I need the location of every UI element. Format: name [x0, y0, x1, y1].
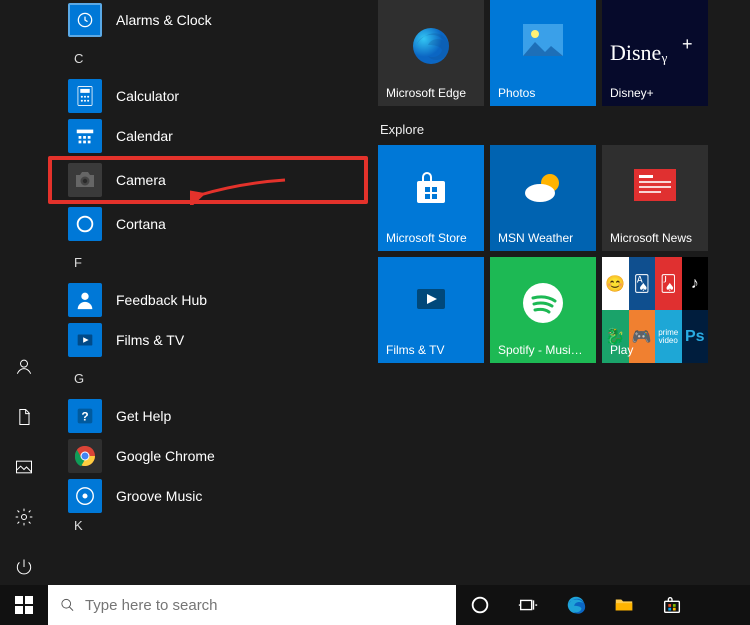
rail-documents-button[interactable] — [12, 405, 36, 429]
app-item-feedback[interactable]: Feedback Hub — [48, 280, 368, 320]
start-button[interactable] — [0, 585, 48, 625]
app-item-alarms[interactable]: Alarms & Clock — [48, 0, 368, 40]
photos-icon — [523, 24, 563, 59]
tile-label: Disney+ — [602, 86, 708, 100]
store-icon — [661, 594, 683, 616]
gear-icon — [14, 507, 34, 527]
app-item-calculator[interactable]: Calculator — [48, 76, 368, 116]
svg-text:?: ? — [81, 410, 88, 424]
taskbar-explorer[interactable] — [600, 585, 648, 625]
app-label: Cortana — [116, 216, 166, 232]
user-icon — [14, 357, 34, 377]
folder-icon — [613, 594, 635, 616]
document-icon — [14, 407, 34, 427]
disney-icon: Disneᵧ + — [610, 34, 700, 77]
tile-photos[interactable]: Photos — [490, 0, 596, 106]
app-item-films[interactable]: Films & TV — [48, 320, 368, 360]
tile-label: Photos — [490, 86, 596, 100]
tile-area: Microsoft Edge Photos Disneᵧ + Disney+ Ex… — [368, 0, 750, 585]
tile-label: Spotify - Musi… — [490, 343, 596, 357]
letter-header-g[interactable]: G — [48, 360, 368, 396]
app-list: Alarms & Clock C Calculator Calendar Cam… — [48, 0, 368, 585]
tile-play[interactable]: 😊 🂡 🂫 ♪ 🐉 🎮 primevideo Ps Play — [602, 257, 708, 363]
taskbar-icons — [456, 585, 696, 625]
tile-disney[interactable]: Disneᵧ + Disney+ — [602, 0, 708, 106]
app-item-groove[interactable]: Groove Music — [48, 476, 368, 516]
rail-user-button[interactable] — [12, 355, 36, 379]
app-item-cortana[interactable]: Cortana — [48, 204, 368, 244]
taskview-icon — [517, 594, 539, 616]
app-item-gethelp[interactable]: ? Get Help — [48, 396, 368, 436]
app-label: Camera — [116, 172, 166, 188]
edge-icon — [409, 24, 453, 71]
store-icon — [411, 169, 451, 212]
tile-films-tv[interactable]: Films & TV — [378, 257, 484, 363]
calendar-icon — [74, 125, 96, 147]
start-rail — [0, 0, 48, 585]
rail-power-button[interactable] — [12, 555, 36, 579]
svg-text:+: + — [682, 34, 693, 54]
rail-settings-button[interactable] — [12, 505, 36, 529]
app-label: Calendar — [116, 128, 173, 144]
taskbar — [0, 585, 750, 625]
tile-label: Microsoft News — [602, 231, 708, 245]
tile-store[interactable]: Microsoft Store — [378, 145, 484, 251]
camera-icon — [73, 170, 97, 190]
letter-header-k[interactable]: K — [48, 516, 368, 534]
tile-news[interactable]: Microsoft News — [602, 145, 708, 251]
tile-weather[interactable]: MSN Weather — [490, 145, 596, 251]
clock-icon — [75, 10, 95, 30]
letter-header-f[interactable]: F — [48, 244, 368, 280]
help-icon: ? — [74, 405, 96, 427]
tile-edge[interactable]: Microsoft Edge — [378, 0, 484, 106]
tile-spotify[interactable]: Spotify - Musi… — [490, 257, 596, 363]
spotify-icon — [521, 281, 565, 328]
app-label: Get Help — [116, 408, 171, 424]
tile-label: Microsoft Store — [378, 231, 484, 245]
rail-pictures-button[interactable] — [12, 455, 36, 479]
taskbar-cortana[interactable] — [456, 585, 504, 625]
svg-text:Disneᵧ: Disneᵧ — [610, 40, 667, 65]
app-label: Alarms & Clock — [116, 12, 212, 28]
pictures-icon — [14, 457, 34, 477]
power-icon — [14, 557, 34, 577]
music-icon — [74, 485, 96, 507]
taskbar-taskview[interactable] — [504, 585, 552, 625]
app-label: Google Chrome — [116, 448, 215, 464]
app-label: Films & TV — [116, 332, 184, 348]
tile-label: MSN Weather — [490, 231, 596, 245]
taskbar-edge[interactable] — [552, 585, 600, 625]
film-tile-icon — [411, 281, 451, 320]
start-menu: Alarms & Clock C Calculator Calendar Cam… — [0, 0, 750, 585]
app-label: Feedback Hub — [116, 292, 207, 308]
film-icon — [74, 329, 96, 351]
app-label: Groove Music — [116, 488, 202, 504]
app-label: Calculator — [116, 88, 179, 104]
tile-label: Films & TV — [378, 343, 484, 357]
tile-label: Microsoft Edge — [378, 86, 484, 100]
tile-group-explore[interactable]: Explore — [378, 112, 742, 145]
app-item-calendar[interactable]: Calendar — [48, 116, 368, 156]
windows-icon — [15, 596, 33, 614]
app-item-chrome[interactable]: Google Chrome — [48, 436, 368, 476]
cortana-icon — [74, 213, 96, 235]
tile-label: Play — [602, 343, 708, 357]
weather-icon — [520, 169, 566, 208]
person-icon — [74, 289, 96, 311]
search-input[interactable] — [85, 597, 444, 614]
search-icon — [60, 597, 75, 613]
chrome-icon — [73, 444, 97, 468]
letter-header-c[interactable]: C — [48, 40, 368, 76]
news-icon — [634, 169, 676, 204]
edge-icon — [565, 594, 587, 616]
cortana-icon — [469, 594, 491, 616]
calculator-icon — [75, 85, 95, 107]
app-item-camera[interactable]: Camera — [48, 156, 368, 204]
taskbar-store[interactable] — [648, 585, 696, 625]
taskbar-search[interactable] — [48, 585, 456, 625]
